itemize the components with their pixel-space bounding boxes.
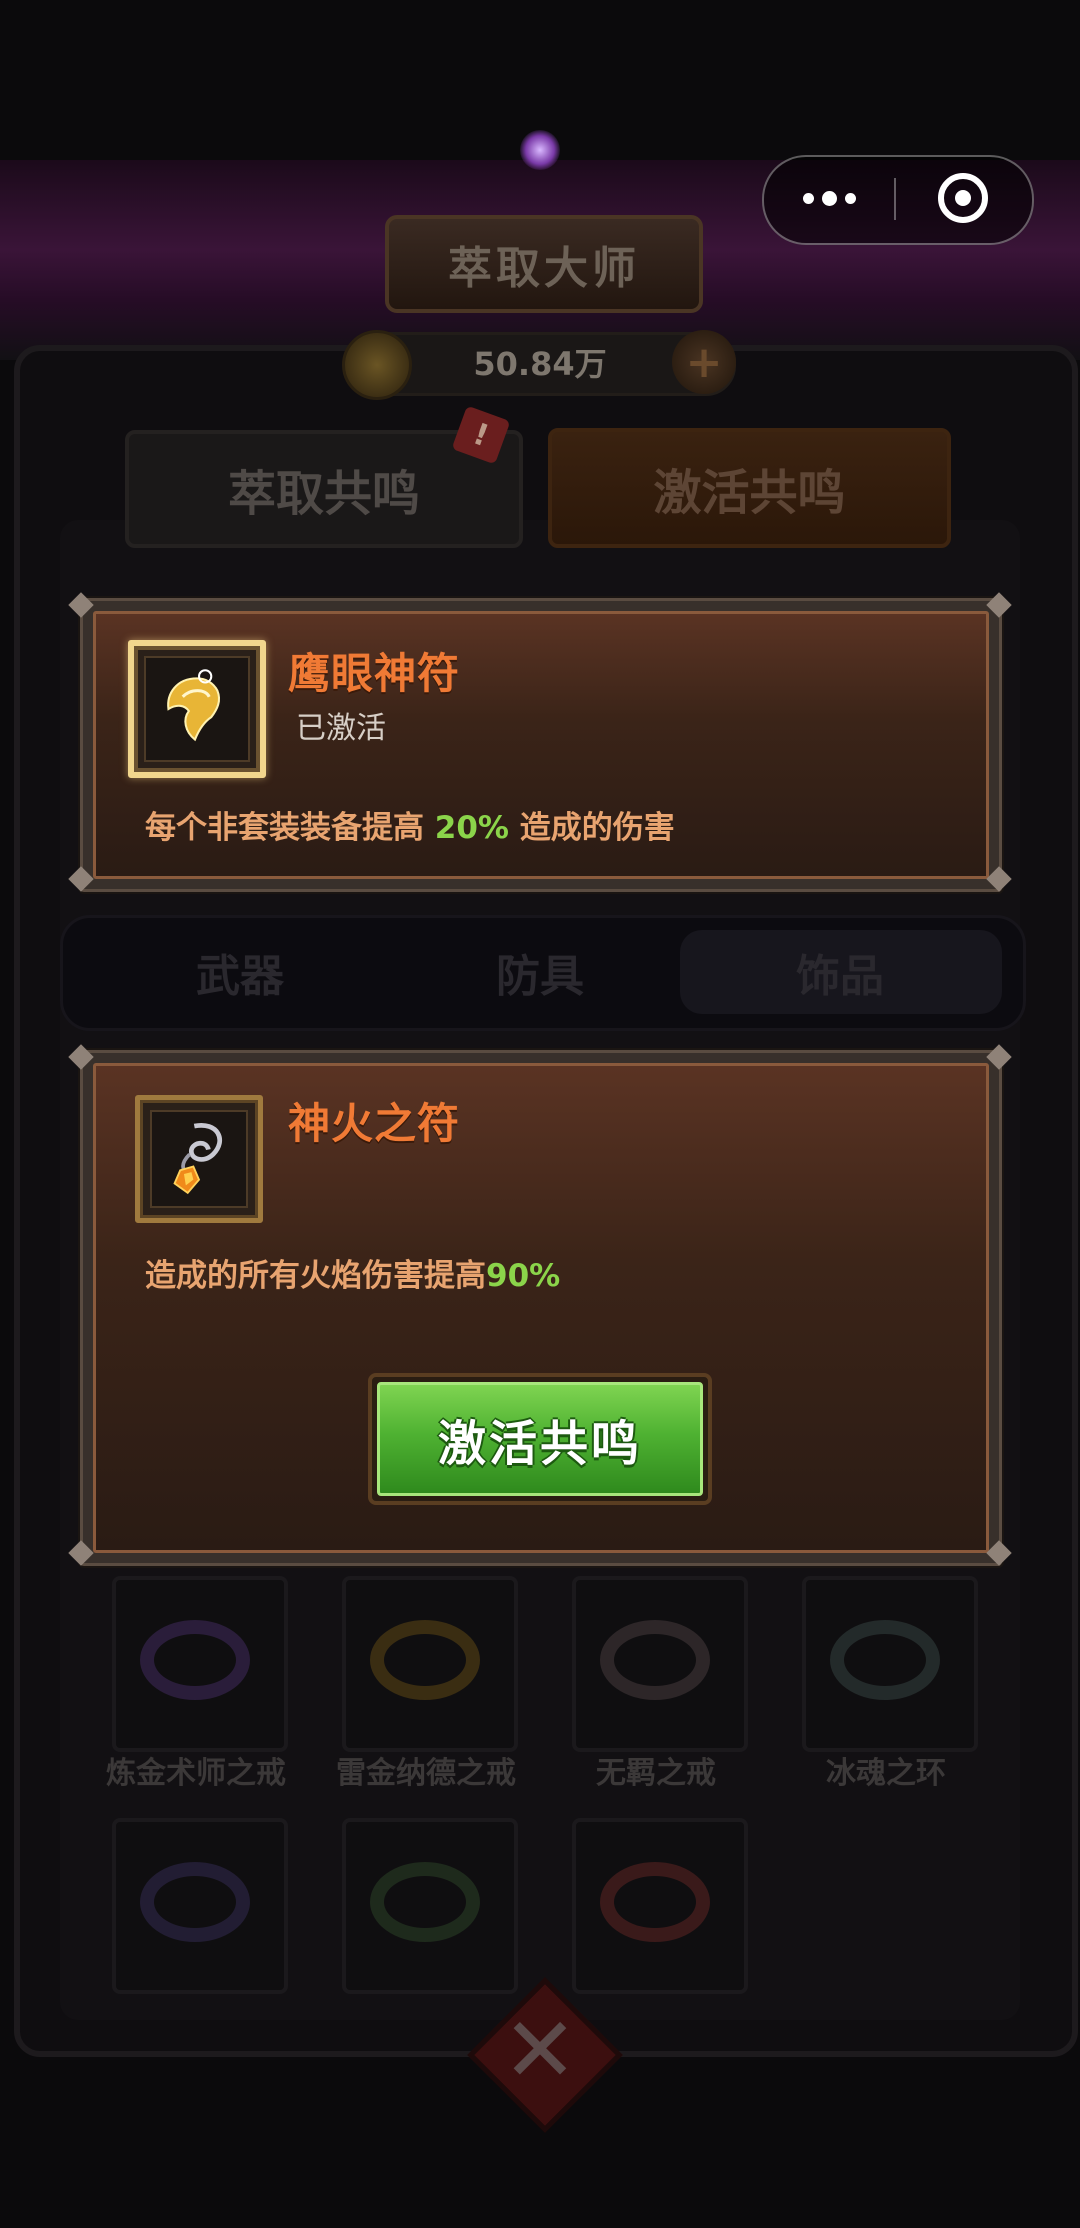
desc-prefix: 每个非套装装备提高 — [145, 810, 424, 846]
item-slot[interactable] — [572, 1818, 748, 1994]
eagle-talisman-icon — [128, 640, 266, 778]
divine-fire-talisman-icon — [135, 1095, 263, 1223]
ring-icon — [140, 1620, 250, 1700]
active-effect-description: 每个非套装装备提高 20% 造成的伤害 — [145, 802, 675, 847]
crystal-orb-icon — [520, 130, 560, 170]
add-currency-icon[interactable]: + — [672, 330, 736, 394]
desc-value: 90% — [486, 1258, 561, 1294]
amulet-icon — [173, 1123, 223, 1195]
ring-icon — [600, 1862, 710, 1942]
desc-suffix: 造成的伤害 — [519, 810, 675, 846]
more-dots-icon[interactable] — [762, 155, 896, 241]
dot — [802, 192, 814, 204]
category-tab-accessory[interactable]: 饰品 — [720, 935, 960, 1009]
item-slot[interactable] — [802, 1576, 978, 1752]
ring-icon — [140, 1862, 250, 1942]
ring-icon — [600, 1620, 710, 1700]
close-x-icon: ✕ — [502, 1997, 578, 2103]
activate-resonance-button[interactable]: 激活共鸣 — [368, 1373, 712, 1505]
icon-bg — [150, 1110, 248, 1208]
capsule-divider — [894, 178, 896, 220]
desc-value: 20% — [434, 810, 509, 846]
tab-activate-resonance[interactable]: 激活共鸣 — [548, 428, 951, 548]
activate-button-label: 激活共鸣 — [377, 1382, 703, 1496]
item-name: 冰魂之环 — [826, 1756, 946, 1791]
dot — [844, 192, 856, 204]
activation-status: 已激活 — [296, 711, 386, 746]
target-dot — [955, 190, 971, 206]
coin-icon — [342, 330, 412, 400]
desc-prefix: 造成的所有火焰伤害提高 — [145, 1258, 486, 1294]
selected-effect-description: 造成的所有火焰伤害提高90% — [145, 1250, 560, 1295]
icon-bg — [144, 656, 250, 762]
ring-icon — [830, 1620, 940, 1700]
item-name: 炼金术师之戒 — [106, 1756, 286, 1791]
selected-item-name: 神火之符 — [288, 1099, 461, 1148]
dot — [821, 190, 837, 206]
ring-icon — [370, 1620, 480, 1700]
target-close-icon[interactable] — [938, 173, 988, 223]
currency-amount: 50.84万 — [473, 345, 607, 383]
item-name: 雷金纳德之戒 — [336, 1756, 516, 1791]
category-tab-armor[interactable]: 防具 — [420, 935, 660, 1009]
category-tab-weapon[interactable]: 武器 — [120, 935, 360, 1009]
ring-icon — [370, 1862, 480, 1942]
active-item-name: 鹰眼神符 — [288, 649, 461, 698]
item-slot[interactable] — [572, 1576, 748, 1752]
item-slot[interactable] — [112, 1576, 288, 1752]
item-slot[interactable] — [342, 1818, 518, 1994]
eagle-wing-icon — [167, 669, 221, 742]
item-slot[interactable] — [112, 1818, 288, 1994]
item-slot[interactable] — [342, 1576, 518, 1752]
page-title: 萃取大师 — [385, 215, 703, 313]
item-name: 无羁之戒 — [596, 1756, 716, 1791]
